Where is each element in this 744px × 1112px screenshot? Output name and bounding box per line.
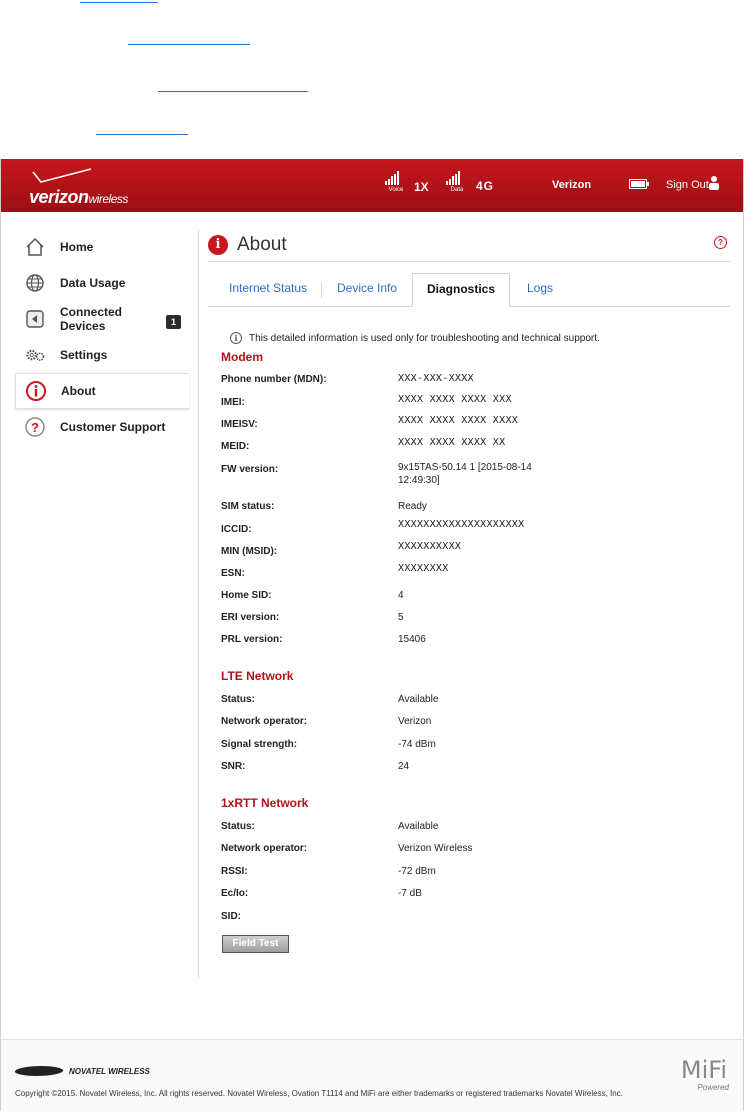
info-note: i This detailed information is used only… bbox=[230, 332, 600, 344]
modem-label: MIN (MSID): bbox=[221, 546, 278, 557]
lte-label: SNR: bbox=[221, 761, 246, 772]
rtt-heading: 1xRTT Network bbox=[221, 796, 309, 810]
sidebar-item-connected-devices[interactable]: Connected Devices 1 bbox=[15, 301, 189, 337]
copyright-text: Copyright ©2015. Novatel Wireless, Inc. … bbox=[15, 1089, 623, 1098]
modem-label: MEID: bbox=[221, 441, 250, 452]
modem-heading: Modem bbox=[221, 350, 263, 364]
lte-label: Network operator: bbox=[221, 716, 308, 727]
modem-label: PRL version: bbox=[221, 634, 283, 645]
sidebar-item-label: Customer Support bbox=[60, 420, 166, 434]
mifi-logo: MiFi bbox=[680, 1056, 727, 1084]
voice-label: Voice bbox=[388, 187, 404, 193]
modem-value: XXXX XXXX XXXX XXX bbox=[398, 394, 512, 405]
lte-label: Status: bbox=[221, 694, 255, 705]
modem-value: 4 bbox=[398, 590, 404, 601]
sidebar-item-settings[interactable]: Settings bbox=[15, 337, 189, 373]
sidebar-divider bbox=[198, 229, 199, 979]
sidebar-item-label: About bbox=[61, 384, 96, 398]
novatel-logo: NOVATEL WIRELESS bbox=[12, 1066, 150, 1076]
sidebar-item-label: Connected Devices bbox=[60, 305, 122, 333]
sidebar-item-about[interactable]: About bbox=[15, 373, 189, 409]
rtt-value: -72 dBm bbox=[398, 866, 436, 877]
devices-label: Devices bbox=[60, 319, 106, 333]
rtt-label: Network operator: bbox=[221, 843, 308, 854]
rtt-value: Available bbox=[398, 821, 439, 832]
lte-label: Signal strength: bbox=[221, 739, 298, 750]
devices-icon bbox=[24, 308, 46, 330]
modem-label: ESN: bbox=[221, 568, 245, 579]
voice-tech: 1X bbox=[414, 180, 429, 194]
data-signal: Data bbox=[446, 171, 463, 193]
header-bar: verizonwireless Voice 1X Data 4G Verizon… bbox=[1, 159, 743, 212]
sidebar-item-label: Data Usage bbox=[60, 276, 126, 290]
rtt-label: SID: bbox=[221, 911, 241, 922]
rtt-value: -7 dB bbox=[398, 888, 422, 899]
info-icon bbox=[25, 380, 47, 402]
modem-label: Phone number (MDN): bbox=[221, 374, 327, 385]
rtt-value: Verizon Wireless bbox=[398, 843, 473, 854]
sidebar-item-label: Settings bbox=[60, 348, 108, 362]
carrier-name: Verizon bbox=[552, 179, 592, 191]
top-link-1[interactable] bbox=[80, 0, 158, 3]
top-link-2[interactable] bbox=[128, 32, 250, 45]
sidebar-item-home[interactable]: Home bbox=[15, 229, 189, 265]
novatel-text: NOVATEL WIRELESS bbox=[69, 1066, 150, 1076]
user-icon[interactable] bbox=[709, 176, 719, 190]
diagnostics-panel: i This detailed information is used only… bbox=[208, 229, 730, 989]
home-icon bbox=[24, 236, 46, 258]
sign-out-link[interactable]: Sign Out bbox=[666, 179, 709, 191]
modem-value: XXX-XXX-XXXX bbox=[398, 373, 474, 384]
globe-icon bbox=[24, 272, 46, 294]
modem-value: 15406 bbox=[398, 634, 426, 645]
sidebar-item-customer-support[interactable]: ? Customer Support bbox=[15, 409, 189, 445]
modem-label: IMEISV: bbox=[221, 419, 258, 430]
support-icon: ? bbox=[24, 416, 46, 438]
modem-label: FW version: bbox=[221, 464, 279, 475]
modem-label: ERI version: bbox=[221, 612, 280, 623]
modem-label: Home SID: bbox=[221, 590, 272, 601]
info-note-text: This detailed information is used only f… bbox=[249, 332, 600, 344]
sidebar-item-label: Home bbox=[60, 240, 94, 254]
modem-value: XXXXXXXX bbox=[398, 563, 449, 574]
rtt-label: RSSI: bbox=[221, 866, 248, 877]
modem-value: XXXX XXXX XXXX XX bbox=[398, 437, 506, 448]
lte-value: -74 dBm bbox=[398, 739, 436, 750]
voice-signal-icon bbox=[385, 171, 399, 185]
modem-value: XXXX XXXX XXXX XXXX bbox=[398, 415, 519, 426]
modem-label: ICCID: bbox=[221, 524, 252, 535]
footer: NOVATEL WIRELESS Copyright ©2015. Novate… bbox=[1, 1039, 743, 1112]
modem-value: XXXXXXXXXX bbox=[398, 541, 462, 552]
data-label: Data bbox=[450, 187, 464, 193]
field-test-button[interactable]: Field Test bbox=[222, 935, 289, 953]
modem-label: SIM status: bbox=[221, 501, 275, 512]
svg-text:?: ? bbox=[31, 420, 39, 435]
battery-icon bbox=[629, 179, 649, 189]
modem-value: Ready bbox=[398, 501, 427, 512]
lte-value: 24 bbox=[398, 761, 410, 772]
verizon-logo[interactable]: verizonwireless bbox=[29, 168, 149, 207]
modem-value: 5 bbox=[398, 612, 404, 623]
data-signal-icon bbox=[446, 171, 460, 185]
modem-value: 9x15TAS-50.14 1 [2015-08-14 12:49:30] bbox=[398, 462, 532, 486]
voice-signal: Voice bbox=[385, 171, 403, 193]
gears-icon bbox=[24, 344, 46, 366]
device-frame: verizonwireless Voice 1X Data 4G Verizon… bbox=[0, 159, 744, 1112]
top-link-4[interactable] bbox=[96, 122, 188, 135]
lte-value: Available bbox=[398, 694, 439, 705]
rtt-label: Ec/Io: bbox=[221, 888, 249, 899]
devices-count-badge: 1 bbox=[166, 315, 181, 329]
lte-heading: LTE Network bbox=[221, 669, 294, 683]
modem-label: IMEI: bbox=[221, 397, 245, 408]
data-tech: 4G bbox=[476, 179, 495, 193]
modem-value: XXXXXXXXXXXXXXXXXXXX bbox=[398, 519, 525, 530]
connected-label: Connected bbox=[60, 305, 123, 319]
sidebar-item-data-usage[interactable]: Data Usage bbox=[15, 265, 189, 301]
sidebar: Home Data Usage Connected Devices 1 Sett… bbox=[15, 229, 189, 445]
novatel-swoosh-icon bbox=[12, 1066, 66, 1076]
lte-value: Verizon bbox=[398, 716, 432, 727]
info-note-icon: i bbox=[230, 332, 242, 344]
powered-text: Powered bbox=[697, 1083, 729, 1092]
top-link-3[interactable] bbox=[158, 79, 308, 92]
rtt-label: Status: bbox=[221, 821, 255, 832]
